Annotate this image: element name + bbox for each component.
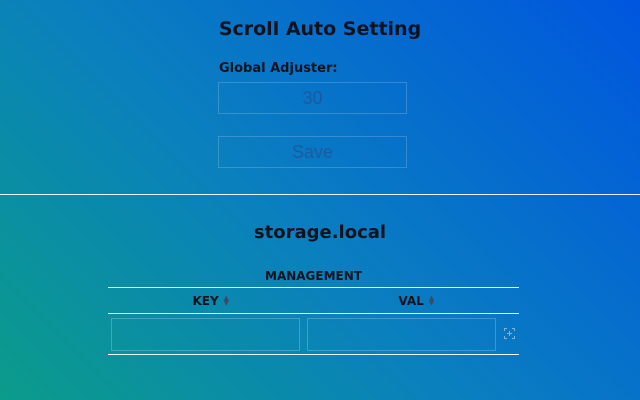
table-caption: MANAGEMENT [265,269,362,283]
management-table: MANAGEMENT KEY ▲ ▼ VAL ▲ ▼ [108,266,519,355]
storage-title: storage.local [253,222,387,243]
save-button[interactable]: Save [218,136,407,168]
column-header-key[interactable]: KEY ▲ ▼ [108,294,314,308]
column-header-val-label: VAL [398,293,424,308]
column-header-key-label: KEY [192,293,219,308]
key-input[interactable] [111,318,300,351]
val-input[interactable] [307,318,496,351]
column-header-val[interactable]: VAL ▲ ▼ [314,294,520,308]
global-adjuster-input[interactable]: 30 [218,82,407,114]
table-header-row: KEY ▲ ▼ VAL ▲ ▼ [108,288,519,313]
table-row [108,314,519,354]
add-row-icon[interactable] [504,328,515,339]
sort-arrows-icon: ▲ ▼ [428,293,435,307]
page-title: Scroll Auto Setting [218,18,422,40]
table-bottom-rule [108,354,519,355]
global-adjuster-label: Global Adjuster: [219,61,338,76]
sort-arrows-icon: ▲ ▼ [223,293,230,307]
section-divider [0,194,640,195]
